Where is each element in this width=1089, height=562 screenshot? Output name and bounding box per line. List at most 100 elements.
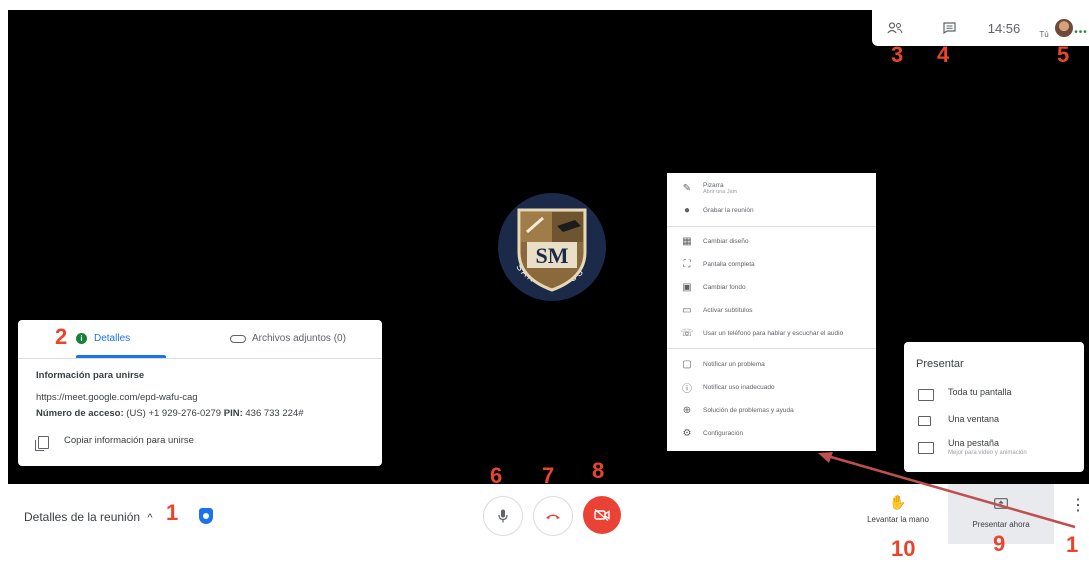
annotation-number: 1: [1066, 532, 1079, 557]
troubleshoot-icon: ⊕: [682, 404, 692, 416]
present-now-label: Presentar ahora: [972, 520, 1030, 529]
menu-item-report-abuse[interactable]: ⓘ Notificar uso inadecuado: [667, 376, 876, 398]
annotation-number: 5: [1057, 42, 1070, 67]
annotation-number: 10: [891, 536, 916, 561]
tab-attachments[interactable]: Archivos adjuntos (0): [230, 320, 346, 357]
tab-details[interactable]: i Detalles: [76, 320, 130, 357]
present-option-sublabel: Mejor para vídeo y animación: [948, 450, 1027, 456]
access-number-line: Número de acceso: (US) +1 929-276-0279 P…: [36, 408, 304, 419]
menu-item-label: Notificar uso inadecuado: [703, 383, 775, 391]
copy-icon[interactable]: [35, 436, 49, 451]
pin-label: PIN:: [223, 408, 243, 419]
pencil-icon: ✎: [682, 182, 692, 194]
menu-item-report-problem[interactable]: ▢ Notificar un problema: [667, 353, 876, 375]
present-option-tab[interactable]: Una pestaña Mejor para vídeo y animación: [918, 438, 1027, 456]
present-option-label: Una pestaña: [948, 438, 1000, 448]
present-title: Presentar: [916, 358, 964, 370]
end-call-button[interactable]: [533, 496, 573, 536]
menu-item-label: Configuración: [703, 429, 744, 437]
raise-hand-label: Levantar la mano: [867, 515, 929, 524]
avatar[interactable]: [1053, 10, 1075, 46]
annotation-number: 9: [993, 531, 1006, 556]
chat-icon[interactable]: [936, 10, 962, 46]
annotation-number: 3: [891, 42, 904, 67]
join-info-heading: Información para unirse: [36, 370, 145, 381]
meeting-url[interactable]: https://meet.google.com/epd-wafu-cag: [36, 392, 198, 403]
microphone-icon: [498, 509, 508, 523]
menu-item-label: Solución de problemas y ayuda: [703, 406, 794, 414]
phone-icon: ☏: [680, 327, 694, 339]
menu-item-change-layout[interactable]: ▦ Cambiar diseño: [667, 230, 876, 252]
menu-item-label: Cambiar diseño: [703, 237, 749, 245]
top-right-bar: 14:56 Tú •••: [872, 10, 1089, 46]
record-icon: ●: [683, 204, 691, 216]
chevron-up-icon: ^: [147, 512, 153, 524]
clock-time: 14:56: [987, 20, 1021, 36]
menu-item-use-phone[interactable]: ☏ Usar un teléfono para hablar y escucha…: [667, 322, 876, 344]
access-label: Número de acceso:: [36, 408, 124, 419]
microphone-button[interactable]: [483, 496, 523, 536]
more-options-icon[interactable]: ⋮: [1070, 498, 1086, 514]
bottom-bar: Detalles de la reunión ^ ✋ Levantar la m…: [0, 484, 1089, 562]
people-icon[interactable]: [882, 10, 908, 46]
san-marcos-logo: SAN MARCOS SM: [498, 193, 606, 301]
camera-off-button[interactable]: [583, 496, 621, 534]
present-option-window[interactable]: Una ventana: [918, 414, 999, 426]
menu-item-change-background[interactable]: ▣ Cambiar fondo: [667, 276, 876, 298]
menu-item-label: Pizarra: [703, 181, 724, 189]
camera-off-icon: [594, 509, 610, 521]
gear-icon: ⚙: [682, 427, 692, 439]
menu-item-label: Cambiar fondo: [703, 283, 746, 291]
menu-item-sublabel: Abrir una Jam: [703, 188, 738, 195]
speaking-indicator-icon: •••: [1074, 26, 1088, 38]
menu-item-label: Grabar la reunión: [703, 206, 754, 214]
menu-item-label: Activar subtítulos: [703, 306, 753, 314]
meeting-details-panel: i Detalles Archivos adjuntos (0) Informa…: [18, 320, 382, 466]
you-label: Tú: [1039, 29, 1049, 39]
annotation-number: 2: [55, 324, 68, 349]
meeting-details-label: Detalles de la reunión: [24, 510, 141, 524]
background-icon: ▣: [682, 281, 692, 293]
meeting-details-button[interactable]: Detalles de la reunión ^: [24, 510, 153, 524]
annotation-number: 1: [166, 500, 179, 525]
menu-item-settings[interactable]: ⚙ Configuración: [667, 422, 876, 444]
present-option-label: Toda tu pantalla: [948, 387, 1012, 397]
menu-divider: [667, 348, 876, 349]
menu-item-whiteboard[interactable]: ✎ Pizarra Abrir una Jam: [667, 175, 876, 201]
monitor-icon: [918, 389, 934, 401]
window-icon: [918, 416, 931, 426]
menu-item-label: Notificar un problema: [703, 360, 765, 368]
menu-item-fullscreen[interactable]: ⛶ Pantalla completa: [667, 253, 876, 275]
menu-item-record[interactable]: ● Grabar la reunión: [667, 199, 876, 221]
shield-icon[interactable]: [199, 508, 213, 524]
logo-initials: SM: [536, 243, 569, 268]
present-screen-icon: [994, 498, 1008, 509]
annotation-number: 6: [490, 463, 503, 488]
present-option-entire-screen[interactable]: Toda tu pantalla: [918, 387, 1012, 401]
hand-icon: ✋: [889, 494, 907, 510]
present-option-label: Una ventana: [948, 414, 1000, 424]
menu-item-captions[interactable]: ▭ Activar subtítulos: [667, 299, 876, 321]
report-icon: ⓘ: [682, 383, 692, 395]
end-call-icon: [546, 514, 560, 519]
annotation-number: 4: [937, 42, 950, 67]
captions-icon: ▭: [682, 304, 692, 316]
fullscreen-icon: ⛶: [683, 258, 691, 270]
tab-details-label: Detalles: [94, 333, 131, 344]
annotation-number: 7: [542, 463, 555, 488]
present-panel: Presentar Toda tu pantalla Una ventana U…: [904, 342, 1084, 472]
active-tab-indicator: [76, 355, 166, 358]
copy-join-info-button[interactable]: Copiar información para unirse: [64, 435, 194, 446]
menu-divider: [667, 226, 876, 227]
pin-value: 436 733 224#: [245, 408, 304, 419]
details-tabs: i Detalles Archivos adjuntos (0): [18, 320, 382, 359]
layout-icon: ▦: [682, 235, 692, 247]
menu-item-troubleshooting[interactable]: ⊕ Solución de problemas y ayuda: [667, 399, 876, 421]
browser-tab-icon: [918, 442, 934, 454]
attachment-icon: [230, 334, 246, 343]
menu-item-label: Usar un teléfono para hablar y escuchar …: [703, 329, 844, 337]
more-options-menu: ✎ Pizarra Abrir una Jam ● Grabar la reuni…: [667, 173, 876, 451]
tab-attachments-label: Archivos adjuntos (0): [252, 333, 346, 344]
annotation-number: 8: [592, 458, 605, 483]
feedback-icon: ▢: [682, 358, 692, 370]
